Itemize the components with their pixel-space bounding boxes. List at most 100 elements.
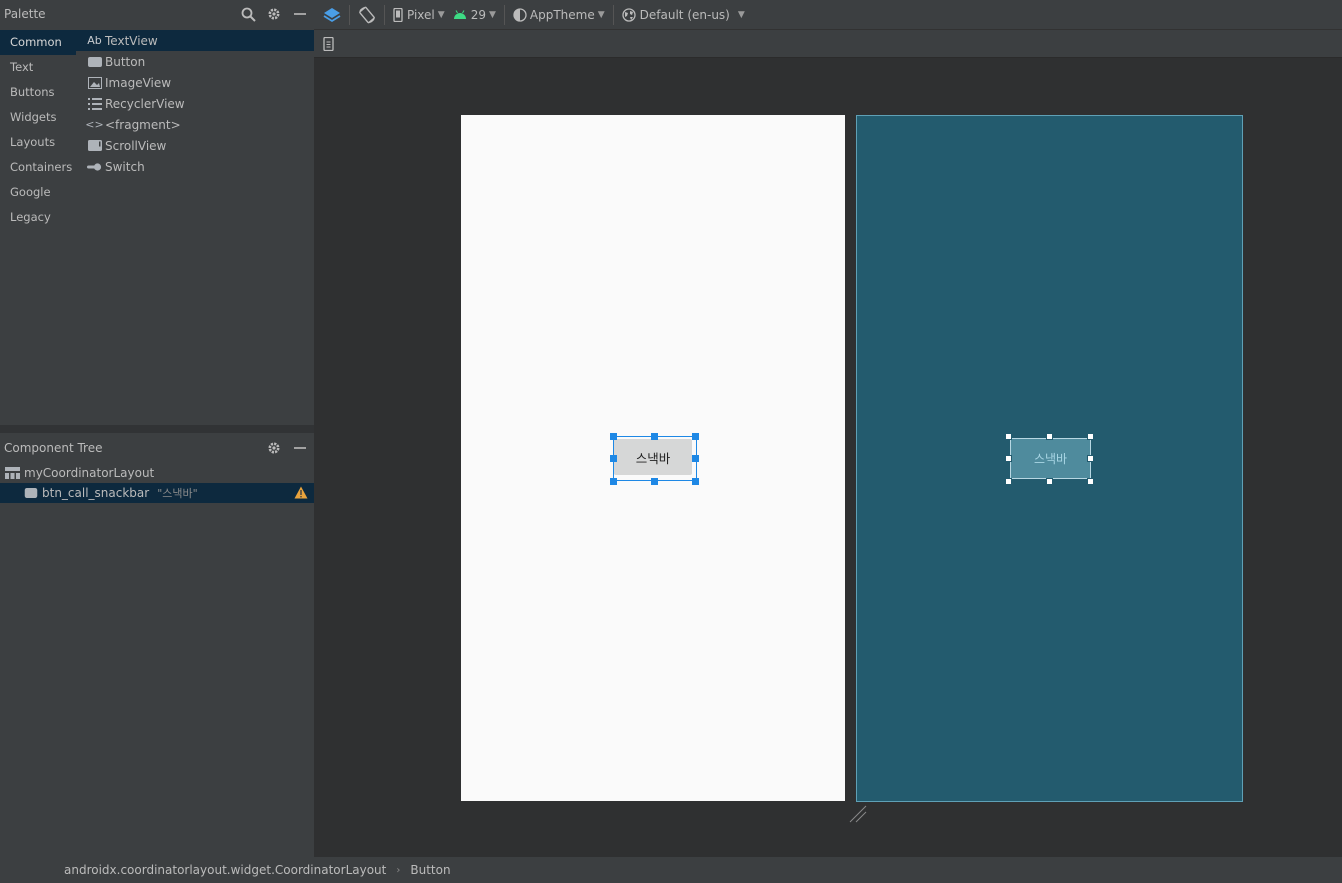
canvas-resize-grip[interactable]: [848, 804, 868, 824]
category-text[interactable]: Text: [0, 55, 76, 80]
scrollview-icon: [87, 139, 102, 153]
widget-switch[interactable]: Switch: [76, 156, 314, 177]
toolbar-separator: [349, 4, 350, 25]
design-toolbar: Pixel ▼ 29 ▼ AppTheme ▼ Default (en-us) …: [314, 0, 1342, 29]
resize-handle[interactable]: [1005, 455, 1012, 462]
palette-header: Palette: [0, 0, 314, 28]
switch-icon: [87, 160, 102, 174]
resize-handle[interactable]: [692, 478, 699, 485]
widget-button[interactable]: Button: [76, 51, 314, 72]
theme-icon: [513, 7, 527, 22]
component-tree-title: Component Tree: [4, 441, 103, 455]
theme-dropdown[interactable]: AppTheme ▼: [509, 0, 609, 29]
widget-label: ScrollView: [105, 138, 167, 153]
recyclerview-icon: [87, 97, 102, 111]
toolbar-separator: [503, 4, 505, 25]
warning-icon[interactable]: [294, 486, 308, 499]
tree-item-coordinatorlayout[interactable]: myCoordinatorLayout: [0, 463, 314, 483]
category-widgets[interactable]: Widgets: [0, 105, 76, 130]
design-preview[interactable]: 스낵바: [461, 115, 845, 801]
breadcrumb-separator-icon: ›: [396, 864, 401, 876]
minimize-icon[interactable]: [292, 440, 308, 456]
gear-icon[interactable]: [266, 440, 282, 456]
left-panel: Palette Common Text Buttons Widgets Layo…: [0, 0, 314, 857]
locale-dropdown[interactable]: Default (en-us) ▼: [618, 0, 749, 29]
gear-icon[interactable]: [266, 6, 282, 22]
api-level-label: 29: [470, 7, 486, 22]
fragment-icon: <>: [85, 118, 104, 131]
widget-recyclerview[interactable]: RecyclerView: [76, 93, 314, 114]
locale-label: Default (en-us): [639, 7, 730, 22]
category-common[interactable]: Common: [0, 30, 76, 55]
theme-label: AppTheme: [529, 7, 595, 22]
resize-handle[interactable]: [651, 478, 658, 485]
resize-handle[interactable]: [651, 433, 658, 440]
component-tree: myCoordinatorLayout btn_call_snackbar "스…: [0, 463, 314, 503]
secondary-toolbar: [314, 29, 1342, 58]
category-buttons[interactable]: Buttons: [0, 80, 76, 105]
chevron-down-icon: ▼: [437, 9, 445, 20]
widget-fragment[interactable]: <> <fragment>: [76, 114, 314, 135]
breadcrumb-button[interactable]: Button: [410, 863, 450, 877]
component-tree-header: Component Tree: [0, 434, 314, 462]
device-dropdown[interactable]: Pixel ▼: [389, 0, 449, 29]
orientation-button[interactable]: [354, 0, 380, 29]
resize-handle[interactable]: [610, 433, 617, 440]
widget-label: Switch: [105, 159, 145, 174]
category-layouts[interactable]: Layouts: [0, 130, 76, 155]
button-icon: [24, 488, 38, 498]
device-label: Pixel: [407, 7, 435, 22]
tree-item-btn-call-snackbar[interactable]: btn_call_snackbar "스낵바": [0, 483, 314, 503]
toolbar-separator: [612, 4, 614, 25]
rotate-icon: [359, 6, 375, 23]
android-icon: [453, 9, 466, 19]
palette-widgets: Ab TextView Button ImageView RecyclerVie…: [76, 30, 314, 177]
widget-label: ImageView: [105, 75, 172, 90]
resize-grip-icon: [849, 805, 867, 823]
category-legacy[interactable]: Legacy: [0, 205, 76, 230]
layout-icon: [5, 467, 20, 479]
resize-handle[interactable]: [610, 478, 617, 485]
resize-handle[interactable]: [1087, 455, 1094, 462]
design-surface-button[interactable]: [319, 0, 345, 29]
category-google[interactable]: Google: [0, 180, 76, 205]
widget-textview[interactable]: Ab TextView: [76, 30, 314, 51]
status-bar: androidx.coordinatorlayout.widget.Coordi…: [0, 857, 1342, 883]
minimize-icon[interactable]: [292, 6, 308, 22]
toolbar-separator: [384, 4, 385, 25]
widget-scrollview[interactable]: ScrollView: [76, 135, 314, 156]
blueprint-toggle-button[interactable]: [323, 36, 335, 52]
widget-label: TextView: [105, 33, 158, 48]
widget-label: Button: [105, 54, 146, 69]
chevron-down-icon: ▼: [488, 9, 496, 20]
api-level-dropdown[interactable]: 29 ▼: [449, 0, 500, 29]
resize-handle[interactable]: [692, 455, 699, 462]
design-canvas[interactable]: 스낵바 스낵바: [314, 58, 1342, 857]
resize-handle[interactable]: [1087, 433, 1094, 440]
widget-label: <fragment>: [105, 117, 181, 132]
palette-categories: Common Text Buttons Widgets Layouts Cont…: [0, 30, 76, 230]
resize-handle[interactable]: [1005, 478, 1012, 485]
panel-splitter[interactable]: [0, 425, 314, 433]
snackbar-button-blueprint[interactable]: 스낵바: [1010, 438, 1091, 479]
resize-handle[interactable]: [692, 433, 699, 440]
category-containers[interactable]: Containers: [0, 155, 76, 180]
resize-handle[interactable]: [610, 455, 617, 462]
widget-label: RecyclerView: [105, 96, 185, 111]
search-icon[interactable]: [240, 6, 256, 22]
chevron-down-icon: ▼: [737, 9, 745, 20]
textview-icon: Ab: [87, 34, 102, 47]
resize-handle[interactable]: [1046, 478, 1053, 485]
tree-item-text-preview: "스낵바": [157, 487, 198, 500]
resize-handle[interactable]: [1087, 478, 1094, 485]
blueprint-preview[interactable]: 스낵바: [856, 115, 1243, 802]
button-icon: [87, 55, 102, 69]
breadcrumb-coordinatorlayout[interactable]: androidx.coordinatorlayout.widget.Coordi…: [64, 863, 386, 877]
phone-icon: [393, 7, 403, 22]
resize-handle[interactable]: [1046, 433, 1053, 440]
resize-handle[interactable]: [1005, 433, 1012, 440]
chevron-down-icon: ▼: [597, 9, 605, 20]
tree-item-label: btn_call_snackbar: [42, 486, 150, 500]
tree-item-label: myCoordinatorLayout: [24, 466, 155, 480]
widget-imageview[interactable]: ImageView: [76, 72, 314, 93]
